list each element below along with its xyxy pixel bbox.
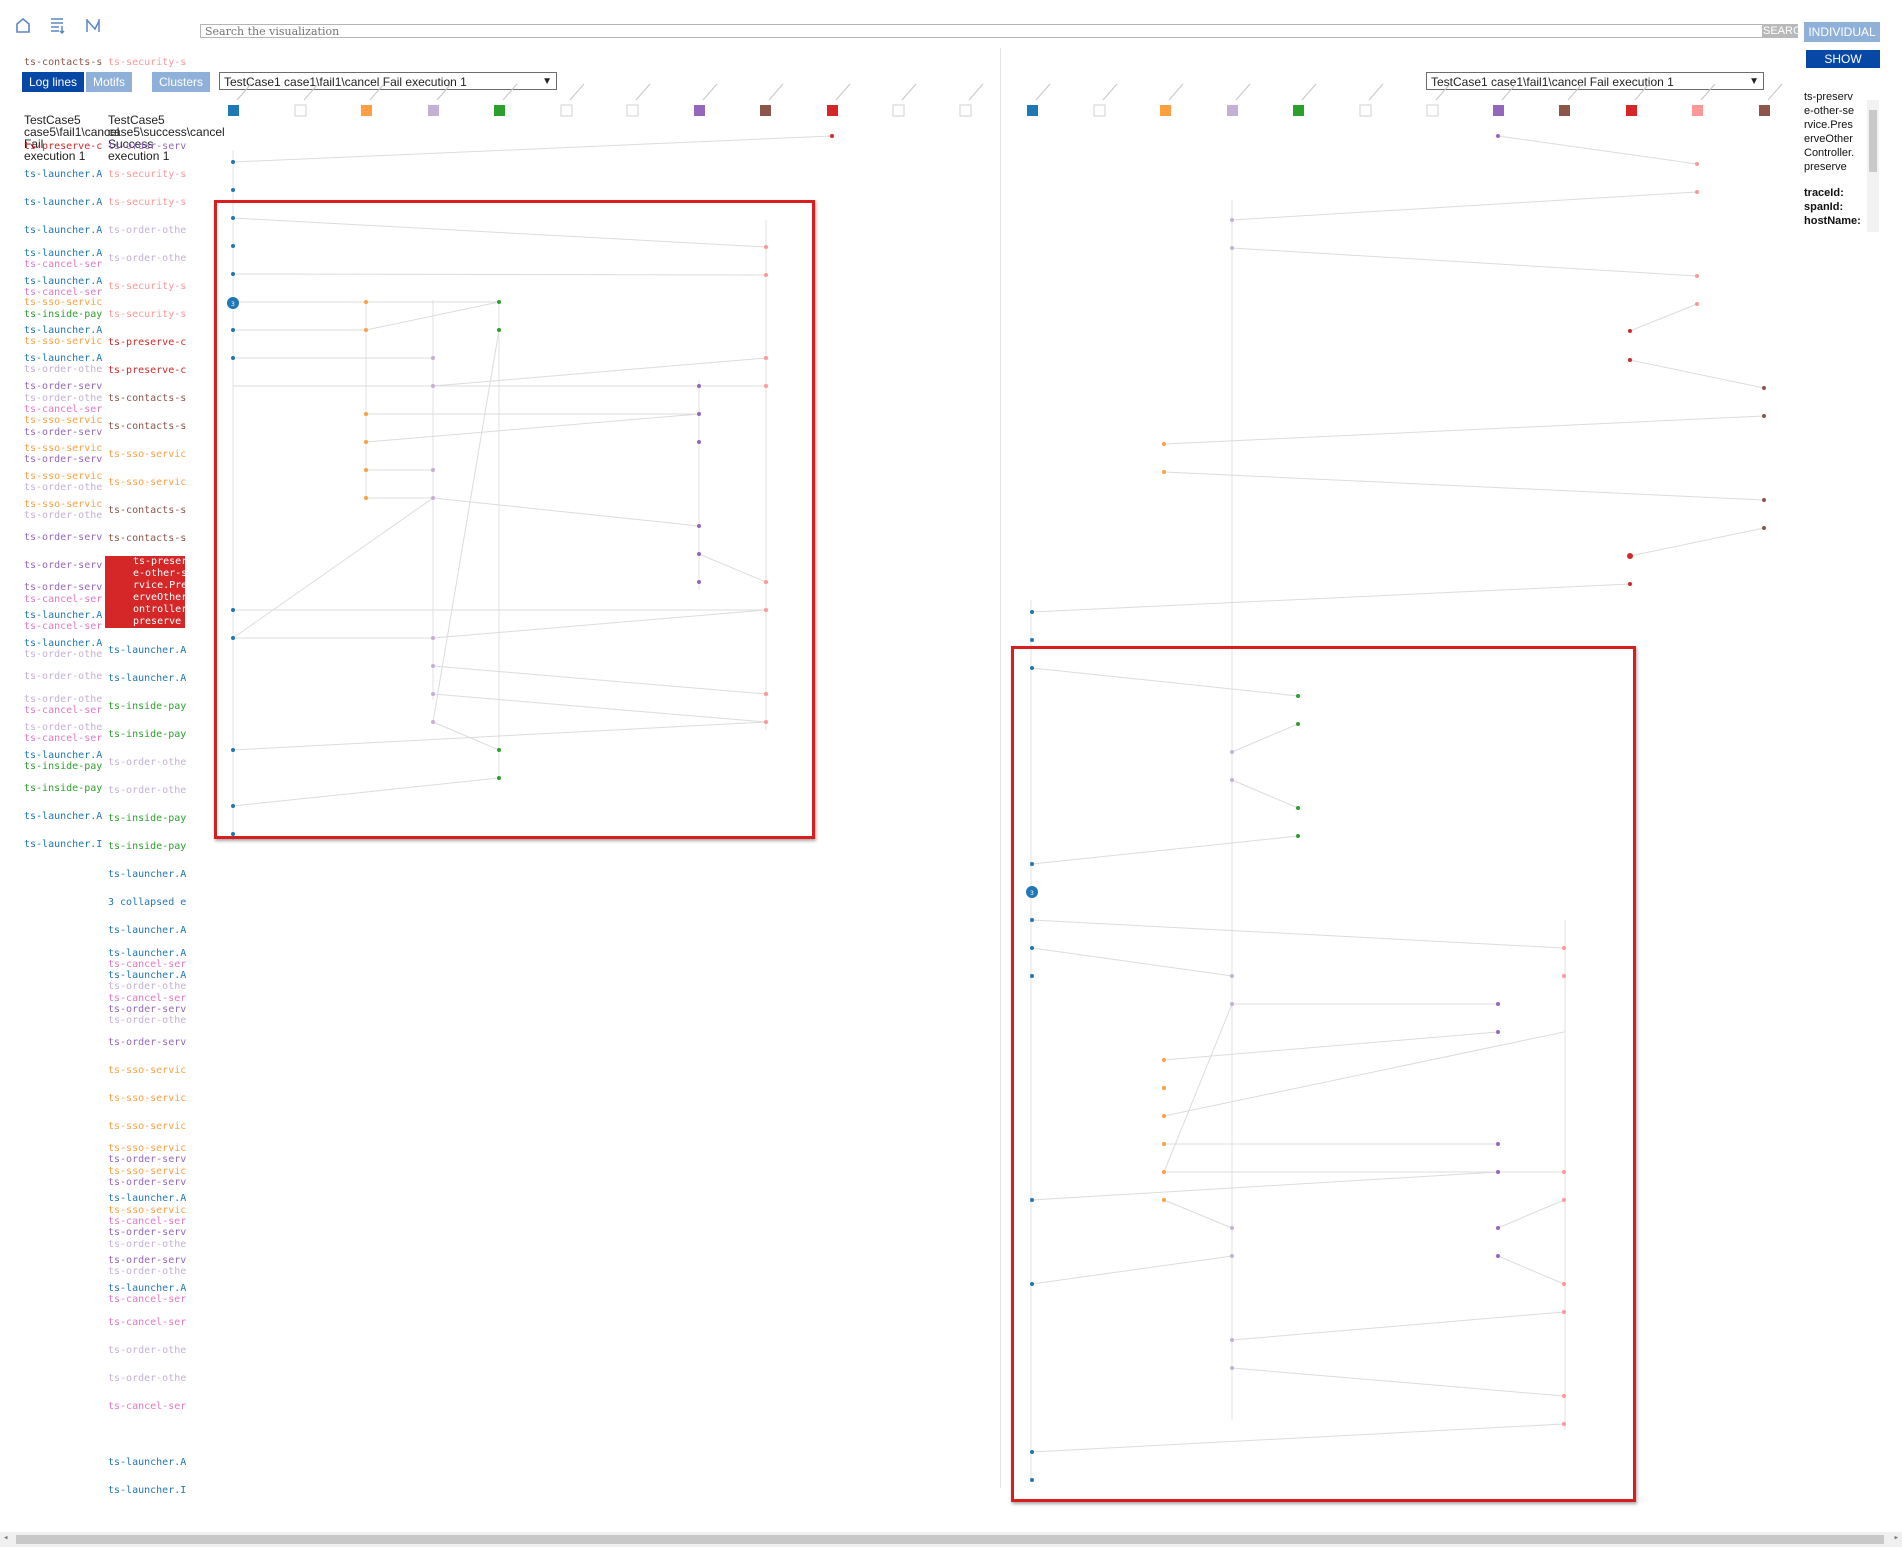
- service-square[interactable]: [694, 105, 705, 116]
- trace-node[interactable]: [1230, 218, 1234, 222]
- edge: [1231, 191, 1698, 221]
- column-label: [1301, 83, 1317, 101]
- edge: [1031, 583, 1631, 613]
- scroll-right-icon[interactable]: ▸: [1894, 1533, 1899, 1543]
- trace-node[interactable]: [1762, 386, 1766, 390]
- trace-node[interactable]: [1762, 498, 1766, 502]
- column-label: [835, 83, 851, 101]
- column-label: [1634, 83, 1650, 101]
- scrollbar-thumb[interactable]: [16, 1535, 1884, 1544]
- scroll-left-icon[interactable]: ◂: [3, 1533, 8, 1543]
- service-square[interactable]: [1093, 104, 1106, 117]
- service-square[interactable]: [1692, 105, 1703, 116]
- trace-node[interactable]: [231, 188, 235, 192]
- service-square[interactable]: [1160, 105, 1171, 116]
- trace-node[interactable]: [1695, 302, 1699, 306]
- service-square[interactable]: [626, 104, 639, 117]
- column-label: [1567, 83, 1583, 101]
- service-square[interactable]: [959, 104, 972, 117]
- service-square[interactable]: [1227, 105, 1238, 116]
- column-label: [1435, 83, 1451, 101]
- edge: [1629, 359, 1765, 389]
- trace-node[interactable]: [1162, 442, 1166, 446]
- service-square[interactable]: [827, 105, 838, 116]
- trace-node[interactable]: [1030, 610, 1034, 614]
- column-label: [635, 83, 651, 101]
- trace-node[interactable]: [1695, 162, 1699, 166]
- details-scrollbar[interactable]: [1867, 100, 1879, 232]
- edge: [232, 135, 833, 163]
- trace-node[interactable]: [1762, 414, 1766, 418]
- column-label: [1102, 83, 1118, 101]
- service-square[interactable]: [494, 105, 505, 116]
- service-square[interactable]: [1426, 104, 1439, 117]
- highlight-box-left: [214, 200, 815, 839]
- trace-node[interactable]: [1230, 246, 1234, 250]
- column-label: [236, 83, 252, 101]
- service-square[interactable]: [1759, 105, 1770, 116]
- column-label: [1700, 83, 1716, 101]
- service-square[interactable]: [892, 104, 905, 117]
- trace-node[interactable]: [1695, 190, 1699, 194]
- trace-node[interactable]: [1628, 582, 1632, 586]
- trace-node[interactable]: [231, 160, 235, 164]
- edge: [1629, 303, 1698, 332]
- service-square[interactable]: [361, 105, 372, 116]
- edge: [1629, 527, 1765, 557]
- column-label: [768, 83, 784, 101]
- edge: [1163, 471, 1765, 501]
- edge: [1497, 135, 1698, 165]
- service-square[interactable]: [428, 105, 439, 116]
- panel-divider: [1000, 48, 1001, 1488]
- trace-node[interactable]: [1627, 553, 1633, 559]
- service-square[interactable]: [1027, 105, 1038, 116]
- trace-node[interactable]: [830, 134, 834, 138]
- column-label: [1168, 83, 1184, 101]
- column-label: [569, 83, 585, 101]
- column-label: [901, 83, 917, 101]
- service-square[interactable]: [560, 104, 573, 117]
- column-label: [303, 83, 319, 101]
- trace-node[interactable]: [1162, 470, 1166, 474]
- column-label: [1501, 83, 1517, 101]
- service-square[interactable]: [760, 105, 771, 116]
- scrollbar-thumb[interactable]: [1869, 110, 1877, 172]
- edge: [1231, 247, 1698, 277]
- trace-node[interactable]: [1628, 358, 1632, 362]
- column-label: [968, 83, 984, 101]
- trace-node[interactable]: [1628, 329, 1632, 333]
- service-square[interactable]: [294, 104, 307, 117]
- edge: [1163, 415, 1765, 445]
- service-square[interactable]: [1626, 105, 1637, 116]
- trace-node[interactable]: [1695, 274, 1699, 278]
- service-square[interactable]: [1359, 104, 1372, 117]
- trace-node[interactable]: [1762, 526, 1766, 530]
- column-label: [436, 83, 452, 101]
- column-label: [1035, 83, 1051, 101]
- service-square[interactable]: [1293, 105, 1304, 116]
- column-label: [1767, 83, 1783, 101]
- service-square[interactable]: [1559, 105, 1570, 116]
- service-square[interactable]: [228, 105, 239, 116]
- details-panel: ts-preserv e-other-se rvice.Pres erveOth…: [1804, 91, 1861, 227]
- trace-node[interactable]: [1496, 134, 1500, 138]
- highlight-box-right: [1011, 646, 1636, 1502]
- horizontal-scrollbar[interactable]: ◂ ▸: [0, 1532, 1902, 1547]
- column-label: [1235, 83, 1251, 101]
- service-square[interactable]: [1493, 105, 1504, 116]
- column-label: [1368, 83, 1384, 101]
- column-label: [502, 83, 518, 101]
- column-label: [369, 83, 385, 101]
- column-label: [702, 83, 718, 101]
- trace-node[interactable]: [1030, 638, 1034, 642]
